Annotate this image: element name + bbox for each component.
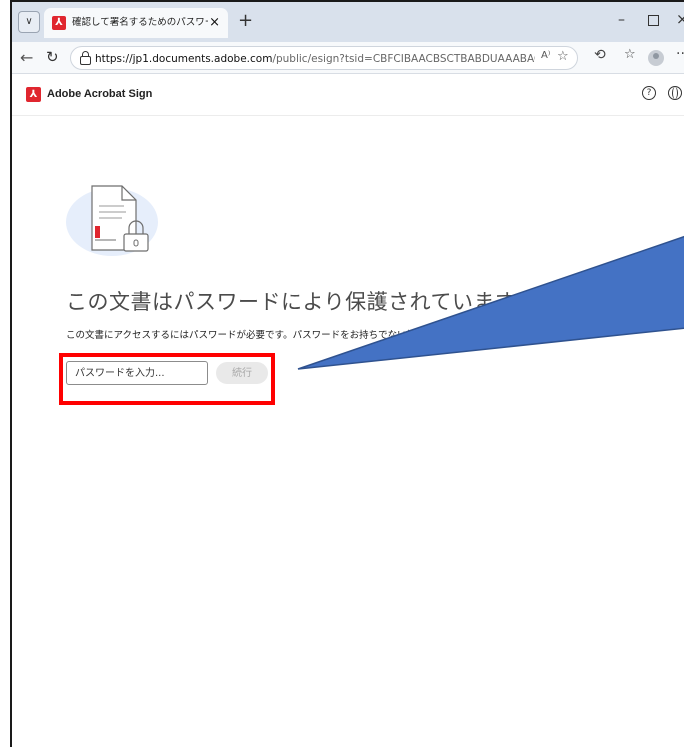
acrobat-logo-icon: ⅄ xyxy=(26,87,41,102)
tab-strip: ∨ ⅄ 確認して署名するためのパスワード ID × + – × xyxy=(12,2,684,42)
back-arrow-icon[interactable]: ← xyxy=(20,48,33,67)
add-favorite-star-icon[interactable]: ☆ xyxy=(557,49,569,64)
minimize-window-button[interactable]: – xyxy=(618,12,625,28)
lock-icon[interactable] xyxy=(80,51,91,65)
more-menu-icon[interactable]: ··· xyxy=(676,46,684,62)
padlock-body xyxy=(123,233,149,252)
extensions-icon[interactable]: ⟲ xyxy=(594,47,606,63)
read-aloud-icon[interactable]: A⁾ xyxy=(541,50,550,61)
profile-avatar-icon[interactable] xyxy=(648,50,664,66)
acrobat-favicon-icon: ⅄ xyxy=(52,16,66,30)
close-window-button[interactable]: × xyxy=(676,10,684,28)
close-tab-icon[interactable]: × xyxy=(209,15,220,31)
tab-actions-menu-icon[interactable]: ∨ xyxy=(18,11,40,33)
signature-marker xyxy=(95,226,100,238)
maximize-window-button[interactable] xyxy=(648,15,659,26)
address-bar[interactable]: https://jp1.documents.adobe.com/public/e… xyxy=(70,46,578,70)
password-field[interactable] xyxy=(66,361,208,385)
page-title: この文書はパスワードにより保護されています xyxy=(66,290,517,314)
reload-icon[interactable]: ↻ xyxy=(46,48,59,66)
tab-active[interactable]: ⅄ 確認して署名するためのパスワード ID × xyxy=(44,8,228,38)
language-globe-icon[interactable] xyxy=(668,86,682,100)
url-text[interactable]: https://jp1.documents.adobe.com/public/e… xyxy=(95,51,535,67)
app-brand-name: Adobe Acrobat Sign xyxy=(47,88,153,100)
password-description: この文書にアクセスするにはパスワードが必要です。パスワードをお持ちでない場合は、… xyxy=(66,330,588,341)
continue-button[interactable]: 続行 xyxy=(216,362,268,384)
new-tab-button[interactable]: + xyxy=(238,11,253,31)
url-host: https://jp1.documents.adobe.com xyxy=(95,53,273,65)
help-icon[interactable]: ? xyxy=(642,86,656,100)
tab-title: 確認して署名するためのパスワード ID xyxy=(72,17,208,28)
favorites-list-icon[interactable]: ☆ xyxy=(624,47,636,62)
locked-document-illustration xyxy=(66,185,158,256)
navigation-bar: ← ↻ https://jp1.documents.adobe.com/publ… xyxy=(12,42,684,74)
browser-window: ∨ ⅄ 確認して署名するためのパスワード ID × + – × ← ↻ http… xyxy=(10,0,684,747)
url-path: /public/esign?tsid=CBFCIBAACBSCTBABDUAAA… xyxy=(272,53,535,65)
app-header: ⅄ Adobe Acrobat Sign ? xyxy=(12,74,684,116)
